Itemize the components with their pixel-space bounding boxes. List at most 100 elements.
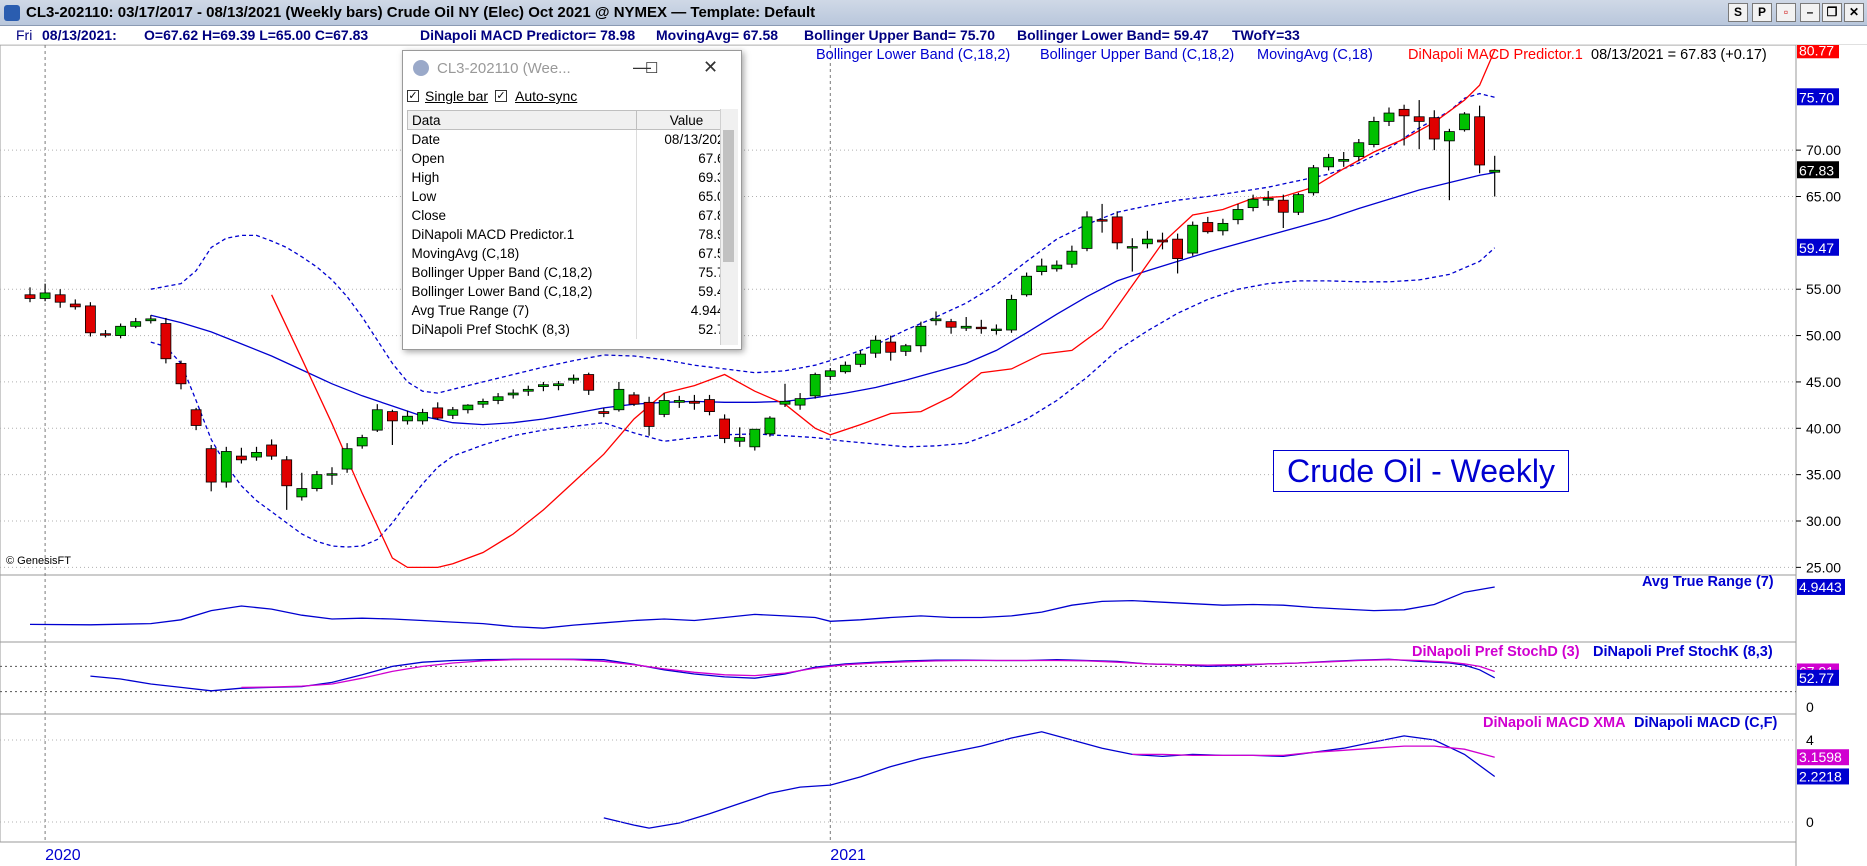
candle-body: [1413, 116, 1425, 122]
candle-body: [1187, 224, 1199, 254]
candle-body: [1368, 120, 1380, 145]
atr-badge-label: 4.9443: [1799, 579, 1842, 595]
row-label: Avg True Range (7): [407, 301, 637, 320]
auto-sync-checkbox[interactable]: ✓: [495, 90, 507, 102]
candle-body: [991, 328, 1002, 331]
info-macd-predictor: DiNapoli MACD Predictor= 78.98: [420, 27, 636, 43]
candle-body: [251, 451, 262, 458]
auto-sync-label[interactable]: Auto-sync: [515, 88, 577, 104]
data-window-titlebar[interactable]: CL3-202110 (Wee... — ☐ ✕: [403, 51, 741, 85]
candle-body: [779, 400, 791, 405]
candle-body: [870, 339, 881, 354]
single-bar-label[interactable]: Single bar: [425, 88, 488, 104]
candle-body: [1459, 113, 1470, 131]
candle-body: [386, 411, 398, 422]
y-tick-label: 25.00: [1806, 559, 1841, 575]
row-label: High: [407, 168, 637, 187]
data-window-row[interactable]: DiNapoli Pref StochK (8,3) 52.77: [407, 320, 737, 339]
legend-last-value: 08/13/2021 = 67.83 (+0.17): [1591, 47, 1767, 63]
maximize-button[interactable]: ❐: [1822, 3, 1842, 22]
candle-body: [1293, 194, 1304, 213]
candle-body: [371, 409, 383, 431]
row-label: DiNapoli Pref StochK (8,3): [407, 320, 637, 339]
candle-body: [1444, 131, 1455, 142]
candle-body: [130, 321, 142, 327]
data-window-scroll-thumb[interactable]: [723, 130, 734, 262]
atr-line: [29, 586, 1495, 629]
data-window-options: ✓ Single bar ✓ Auto-sync: [403, 85, 741, 109]
data-window-icon: [413, 60, 429, 76]
data-window-row[interactable]: MovingAvg (C,18) 67.58: [407, 244, 737, 263]
dw-close-icon[interactable]: ✕: [703, 57, 718, 78]
single-bar-checkbox[interactable]: ✓: [407, 90, 419, 102]
col-data-header[interactable]: Data: [407, 110, 637, 130]
candle-body: [1353, 142, 1365, 158]
y-tick-label: 35.00: [1806, 467, 1841, 483]
data-window-row[interactable]: Close 67.83: [407, 206, 737, 225]
legend-lower-band: Bollinger Lower Band (C,18,2): [816, 47, 1010, 63]
candle-body: [235, 455, 247, 461]
candle-body: [281, 459, 293, 487]
data-window-row[interactable]: Bollinger Upper Band (C,18,2) 75.70: [407, 263, 737, 282]
data-window-row[interactable]: Date 08/13/2021: [407, 129, 737, 149]
data-window-row[interactable]: Bollinger Lower Band (C,18,2) 59.47: [407, 282, 737, 301]
candle-body: [1217, 222, 1229, 232]
candle-body: [673, 400, 685, 403]
x-tick-label: 2021: [830, 847, 866, 864]
info-ohlc: O=67.62 H=69.39 L=65.00 C=67.83: [144, 27, 369, 43]
candle-body: [628, 394, 640, 405]
copyright-label: © GenesisFT: [6, 555, 71, 567]
candle-body: [613, 388, 625, 411]
macd-y-label: 4: [1806, 732, 1814, 748]
data-window[interactable]: CL3-202110 (Wee... — ☐ ✕ ✓ Single bar ✓ …: [402, 50, 742, 350]
dw-maximize-icon[interactable]: ☐: [645, 59, 658, 77]
panel-frame-0: [0, 45, 1797, 576]
candle-body: [39, 292, 51, 299]
y-tick-label: 50.00: [1806, 328, 1841, 344]
candle-body: [462, 404, 474, 411]
candle-body: [190, 409, 202, 426]
macd-badge-label: 3.1598: [1799, 749, 1842, 765]
s-button[interactable]: S: [1728, 3, 1748, 22]
candle-body: [507, 392, 519, 396]
candle-body: [175, 362, 187, 385]
p-button[interactable]: P: [1752, 3, 1772, 22]
restore-chart-button[interactable]: ▫: [1776, 3, 1796, 22]
candle-body: [840, 364, 851, 373]
data-window-row[interactable]: Avg True Range (7) 4.9443: [407, 301, 737, 320]
row-label: DiNapoli MACD Predictor.1: [407, 225, 637, 244]
candle-body: [220, 451, 232, 483]
info-upper-band: Bollinger Upper Band= 75.70: [804, 27, 995, 43]
chart-canvas[interactable]: 2020 2021 70.00 65.00 55.00 50.00 45.00 40.00 35…: [0, 45, 1867, 866]
data-window-row[interactable]: Open 67.62: [407, 149, 737, 168]
candle-body: [824, 370, 836, 377]
candle-body: [1157, 239, 1168, 243]
data-window-row[interactable]: Low 65.00: [407, 187, 737, 206]
data-window-row[interactable]: High 69.39: [407, 168, 737, 187]
candle-body: [915, 325, 927, 347]
row-label: Open: [407, 149, 637, 168]
data-window-row[interactable]: DiNapoli MACD Predictor.1 78.98: [407, 225, 737, 244]
candle-body: [1066, 250, 1078, 265]
legend-moving-avg: MovingAvg (C,18): [1257, 47, 1373, 63]
candle-body: [54, 294, 66, 303]
close-button[interactable]: ✕: [1844, 3, 1864, 22]
candle-body: [1111, 216, 1123, 244]
candle-body: [975, 326, 987, 330]
candle-body: [1474, 116, 1485, 166]
candle-body: [311, 474, 323, 489]
info-day: Fri: [16, 27, 33, 43]
candle-body: [1262, 197, 1274, 201]
y-tick-label: 40.00: [1806, 420, 1841, 436]
candle-body: [115, 325, 126, 336]
minimize-button[interactable]: –: [1800, 3, 1820, 22]
candle-body: [704, 399, 715, 412]
info-bar: Fri 08/13/2021: O=67.62 H=69.39 L=65.00 …: [0, 26, 1867, 45]
candle-body: [1142, 238, 1153, 245]
candle-body: [1383, 112, 1395, 122]
candle-body: [1398, 108, 1410, 117]
legend-stoch-d: DiNapoli Pref StochD (3): [1412, 644, 1580, 660]
candle-body: [1277, 199, 1289, 213]
legend-macd-predictor: DiNapoli MACD Predictor.1: [1408, 47, 1583, 63]
candle-body: [417, 412, 429, 422]
